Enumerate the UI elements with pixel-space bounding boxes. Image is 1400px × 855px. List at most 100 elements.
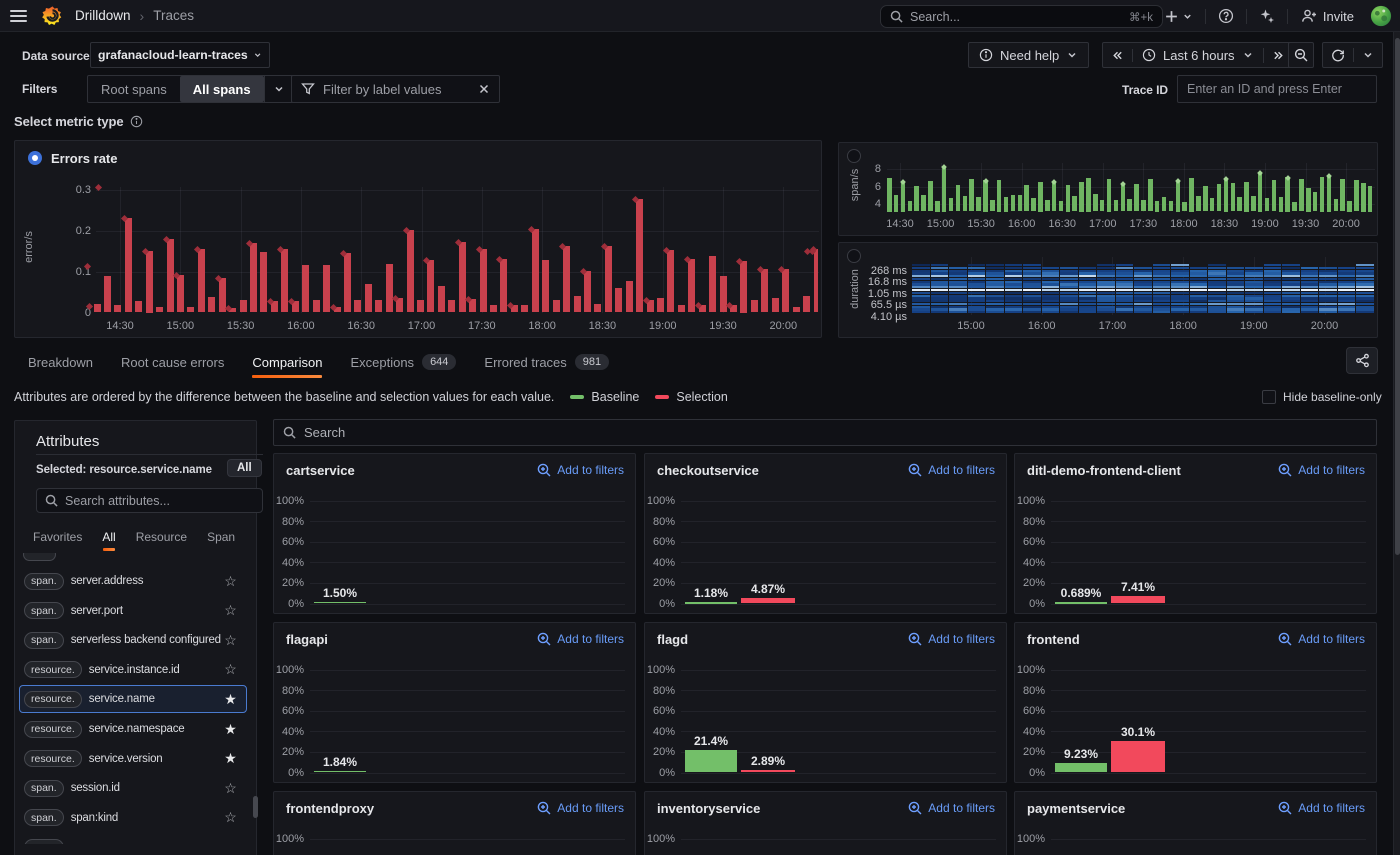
- attribute-row-service.instance.id[interactable]: resource. service.instance.id ☆: [19, 656, 247, 684]
- attributes-tab-span[interactable]: Span: [197, 523, 245, 551]
- user-avatar[interactable]: [1370, 5, 1392, 27]
- heatmap-cell: [1115, 283, 1133, 286]
- heatmap-cell: [986, 300, 1004, 303]
- attribute-row-server.address[interactable]: span. server.address ☆: [19, 567, 247, 595]
- add-to-filters-button[interactable]: Add to filters: [908, 463, 995, 477]
- attribute-row-serverless backend configured[interactable]: span. serverless backend configured ☆: [19, 626, 247, 654]
- refresh-interval-button[interactable]: [1354, 49, 1382, 61]
- breadcrumb-page[interactable]: Traces: [153, 8, 194, 23]
- label-filter-input[interactable]: Filter by label values: [291, 75, 500, 103]
- trace-id-input[interactable]: Enter an ID and press Enter: [1177, 75, 1377, 103]
- refresh-button[interactable]: [1323, 48, 1354, 62]
- add-to-filters-button[interactable]: Add to filters: [1278, 632, 1365, 646]
- attribute-row-span:kind[interactable]: span. span:kind ☆: [19, 804, 247, 832]
- star-outline-icon[interactable]: ☆: [223, 573, 238, 590]
- heatmap-cell: [986, 297, 1004, 300]
- datasource-select[interactable]: grafanacloud-learn-traces: [90, 42, 270, 68]
- comparison-panel-frontend: frontend Add to filters 100% 80% 60% 40% 20% 0%…: [1014, 622, 1377, 783]
- need-help-button[interactable]: Need help: [968, 42, 1090, 68]
- heatmap-cell: [1115, 269, 1133, 272]
- heatmap-cell: [1300, 300, 1318, 303]
- hide-baseline-checkbox[interactable]: [1262, 390, 1276, 404]
- breadcrumb: Drilldown › Traces: [75, 8, 194, 24]
- add-to-filters-button[interactable]: Add to filters: [537, 463, 624, 477]
- spans-rate-radio[interactable]: [847, 149, 861, 163]
- add-to-filters-button[interactable]: Add to filters: [1278, 463, 1365, 477]
- attributes-tab-favorites[interactable]: Favorites: [23, 523, 92, 551]
- grafana-logo-icon[interactable]: [42, 5, 63, 26]
- attributes-all-button[interactable]: All: [227, 459, 262, 477]
- span-bar: [1161, 196, 1167, 212]
- heatmap-cell: [1004, 264, 1022, 267]
- heatmap-cell: [1263, 277, 1281, 281]
- scope-option-all-spans[interactable]: All spans: [179, 76, 264, 102]
- span-bar: [1271, 180, 1277, 212]
- attributes-scrollbar[interactable]: [253, 796, 258, 818]
- tab-exceptions[interactable]: Exceptions 644: [336, 346, 470, 378]
- star-filled-icon[interactable]: ★: [223, 750, 238, 767]
- tab-comparison[interactable]: Comparison: [238, 346, 336, 378]
- span-bar: [1017, 195, 1023, 212]
- attribute-row-server.port[interactable]: span. server.port ☆: [19, 597, 247, 625]
- span-bar: [1285, 177, 1290, 212]
- attribute-scope-pill: resource.: [24, 690, 82, 708]
- tab-label: Comparison: [252, 354, 323, 370]
- scope-dropdown-button[interactable]: [263, 76, 293, 102]
- heatmap-cell: [1097, 264, 1115, 267]
- tab-root-cause-errors[interactable]: Root cause errors: [107, 346, 238, 378]
- invite-button[interactable]: Invite: [1293, 8, 1362, 24]
- heatmap-cell: [949, 269, 967, 272]
- gridline: [681, 772, 996, 774]
- star-outline-icon[interactable]: ☆: [223, 809, 238, 826]
- filters-label: Filters: [22, 82, 58, 96]
- time-range-button[interactable]: Last 6 hours: [1133, 47, 1264, 63]
- error-bar: [573, 296, 581, 313]
- attributes-tab-resource[interactable]: Resource: [126, 523, 197, 551]
- new-item-button[interactable]: [1157, 0, 1200, 32]
- star-outline-icon[interactable]: ☆: [223, 780, 238, 797]
- add-to-filters-button[interactable]: Add to filters: [908, 801, 995, 815]
- heatmap-cell: [1189, 302, 1207, 306]
- attributes-tab-all[interactable]: All: [92, 523, 125, 551]
- tab-breakdown[interactable]: Breakdown: [14, 346, 107, 378]
- add-to-filters-button[interactable]: Add to filters: [537, 632, 624, 646]
- tab-errored-traces[interactable]: Errored traces 981: [470, 346, 623, 378]
- scope-option-root-spans[interactable]: Root spans: [88, 76, 180, 102]
- time-shift-back-button[interactable]: [1103, 48, 1133, 62]
- breadcrumb-app[interactable]: Drilldown: [75, 8, 131, 23]
- heatmap-cell: [1282, 311, 1300, 314]
- attribute-name: span:kind: [70, 811, 119, 824]
- attribute-row-service.namespace[interactable]: resource. service.namespace ★: [19, 715, 247, 743]
- help-button[interactable]: [1211, 0, 1241, 32]
- menu-toggle-icon[interactable]: [0, 0, 38, 32]
- heatmap-cell: [1245, 289, 1263, 292]
- ai-assistant-button[interactable]: [1252, 0, 1282, 32]
- duration-radio[interactable]: [847, 249, 861, 263]
- heatmap-cell: [1097, 266, 1115, 269]
- attributes-search-input[interactable]: Search attributes...: [36, 488, 263, 513]
- zoom-out-time-button[interactable]: [1288, 42, 1314, 68]
- star-filled-icon[interactable]: ★: [223, 691, 238, 708]
- heatmap-cell: [1356, 275, 1374, 278]
- star-filled-icon[interactable]: ★: [223, 721, 238, 738]
- add-to-filters-button[interactable]: Add to filters: [1278, 801, 1365, 815]
- global-search-input[interactable]: Search... ⌘+k: [880, 5, 1163, 28]
- page-scrollbar[interactable]: [1393, 32, 1400, 855]
- errors-rate-radio[interactable]: [28, 151, 42, 165]
- attribute-row-session.id[interactable]: span. session.id ☆: [19, 774, 247, 802]
- star-outline-icon[interactable]: ☆: [223, 602, 238, 619]
- error-bar: [114, 304, 122, 313]
- clear-filter-icon[interactable]: [478, 83, 490, 95]
- attribute-row-service.version[interactable]: resource. service.version ★: [19, 745, 247, 773]
- heatmap-cell: [1226, 286, 1244, 289]
- attribute-row-partial[interactable]: span.: [19, 833, 247, 844]
- add-to-filters-button[interactable]: Add to filters: [537, 801, 624, 815]
- share-button[interactable]: [1346, 347, 1378, 374]
- attribute-row-service.name[interactable]: resource. service.name ★: [19, 685, 247, 714]
- comparison-search-input[interactable]: Search: [273, 419, 1377, 446]
- add-to-filters-button[interactable]: Add to filters: [908, 632, 995, 646]
- star-outline-icon[interactable]: ☆: [223, 632, 238, 649]
- info-circle-icon[interactable]: [130, 115, 143, 128]
- star-outline-icon[interactable]: ☆: [223, 661, 238, 678]
- page-scrollbar-thumb[interactable]: [1395, 38, 1400, 555]
